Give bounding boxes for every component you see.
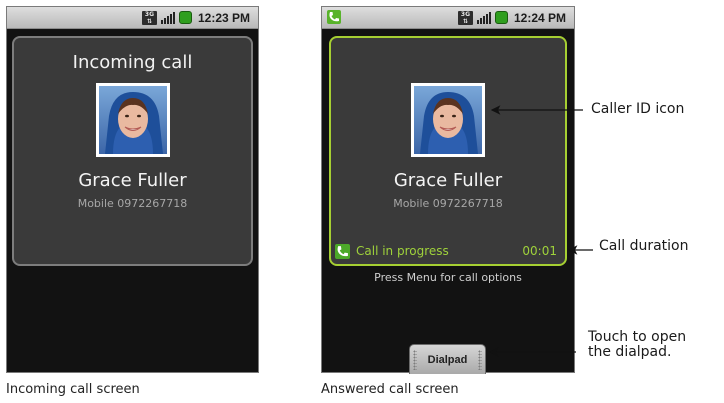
- dialpad-callout-line1: Touch to open: [588, 329, 687, 345]
- caller-id-callout: Caller ID icon: [591, 101, 685, 117]
- call-duration-callout: Call duration: [599, 238, 689, 254]
- dialpad-callout-line2: the dialpad.: [588, 344, 672, 360]
